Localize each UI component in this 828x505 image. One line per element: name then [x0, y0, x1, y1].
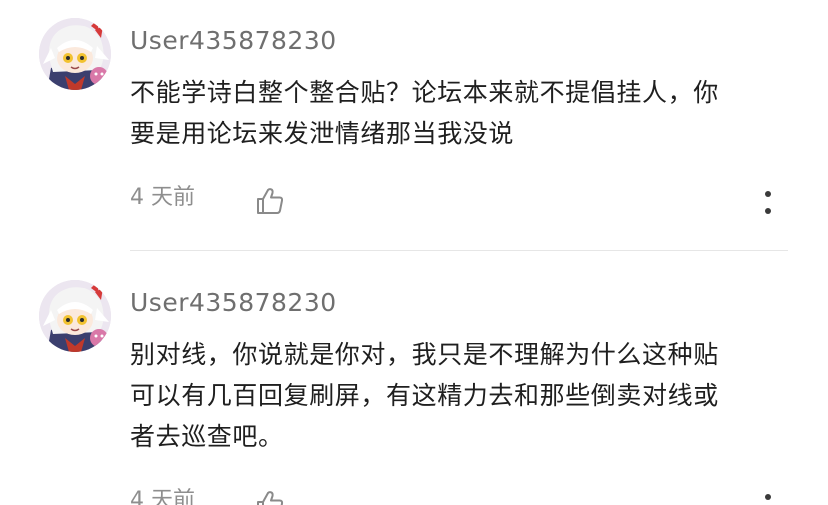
comment-text: 不能学诗白整个整合贴？论坛本来就不提倡挂人，你 要是用论坛来发泄情绪那当我没说 [130, 72, 795, 154]
thumbs-up-icon [257, 188, 284, 214]
more-vertical-icon [765, 208, 771, 214]
comment-timestamp: 4 天前 [130, 488, 195, 505]
thumbs-up-icon [257, 491, 284, 505]
more-vertical-icon [765, 191, 771, 197]
username[interactable]: User435878230 [130, 24, 337, 58]
username[interactable]: User435878230 [130, 286, 337, 320]
comment-timestamp: 4 天前 [130, 185, 195, 210]
comment-list: User435878230 不能学诗白整个整合贴？论坛本来就不提倡挂人，你 要是… [0, 0, 828, 505]
avatar-image [39, 280, 111, 352]
more-options-button[interactable] [752, 182, 784, 222]
comment-text-line: 别对线，你说就是你对，我只是不理解为什么这种贴 [130, 340, 719, 369]
comment-text: 别对线，你说就是你对，我只是不理解为什么这种贴 可以有几百回复刷屏，有这精力去和… [130, 334, 795, 457]
comment-text-line: 不能学诗白整个整合贴？论坛本来就不提倡挂人，你 [130, 78, 719, 107]
comment-text-line: 者去巡查吧。 [130, 422, 284, 451]
like-button[interactable] [254, 488, 286, 505]
comment-text-line: 要是用论坛来发泄情绪那当我没说 [130, 119, 515, 148]
more-options-button[interactable] [752, 485, 784, 505]
avatar-image [39, 18, 111, 90]
more-vertical-icon [765, 494, 771, 500]
avatar[interactable] [39, 280, 111, 352]
divider [130, 250, 788, 251]
avatar[interactable] [39, 18, 111, 90]
comment-item: User435878230 不能学诗白整个整合贴？论坛本来就不提倡挂人，你 要是… [0, 0, 828, 252]
comment-item: User435878230 别对线，你说就是你对，我只是不理解为什么这种贴 可以… [0, 262, 828, 505]
comment-text-line: 可以有几百回复刷屏，有这精力去和那些倒卖对线或 [130, 381, 719, 410]
like-button[interactable] [254, 185, 286, 217]
